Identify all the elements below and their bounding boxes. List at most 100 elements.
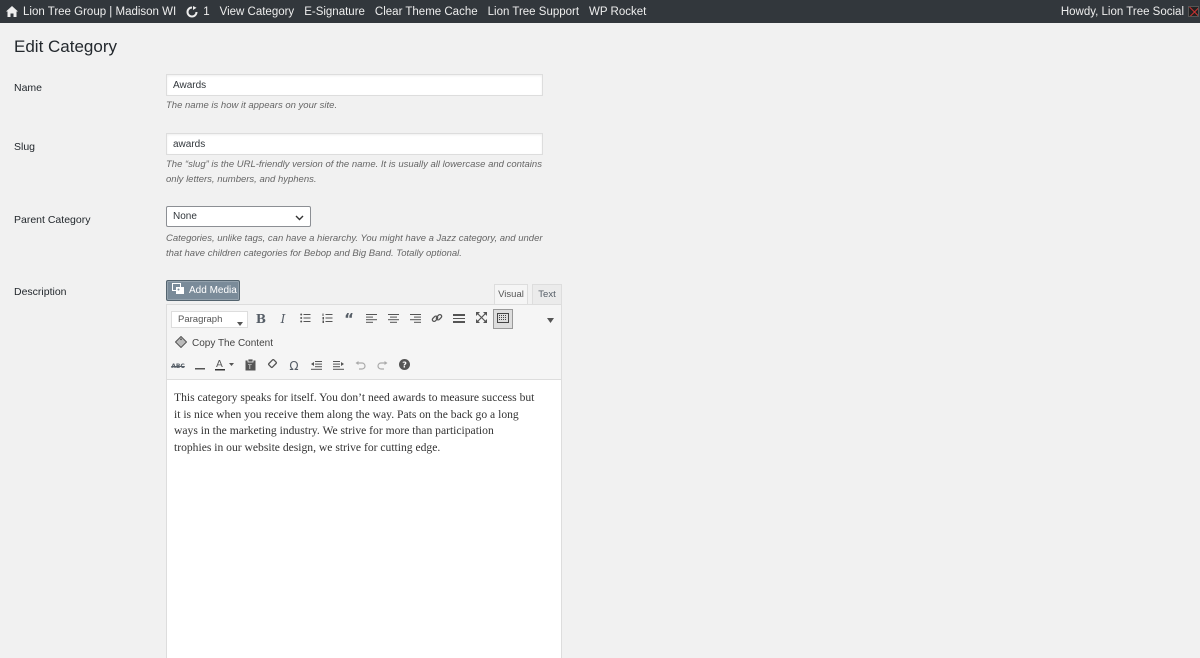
- italic-icon: I: [280, 312, 286, 326]
- chevron-down-icon: [295, 213, 304, 224]
- bulleted-list-icon: [299, 312, 311, 326]
- tab-text[interactable]: Text: [532, 284, 562, 304]
- content-line: This category speaks for itself. You don…: [174, 391, 535, 404]
- content-line: it is nice when you receive them along t…: [174, 407, 519, 421]
- svg-text:T: T: [247, 364, 252, 371]
- name-input[interactable]: [166, 74, 543, 96]
- read-more-button[interactable]: [448, 308, 470, 330]
- numbered-list-button[interactable]: [316, 308, 338, 330]
- site-name-label: Lion Tree Group | Madison WI: [23, 5, 177, 18]
- align-center-button[interactable]: [382, 308, 404, 330]
- menu-wp-rocket[interactable]: WP Rocket: [584, 0, 651, 23]
- menu-lion-tree-support[interactable]: Lion Tree Support: [483, 0, 584, 23]
- text-color-button[interactable]: A: [211, 355, 239, 377]
- parent-description-line: Categories, unlike tags, can have a hier…: [166, 233, 543, 244]
- home-icon: [6, 6, 18, 17]
- undo-icon: [355, 359, 366, 373]
- redo-button[interactable]: [371, 355, 393, 377]
- toolbar-toggle-button[interactable]: [493, 309, 513, 329]
- updates-count: 1: [203, 5, 210, 18]
- description-label: Description: [14, 286, 67, 298]
- outdent-button[interactable]: [305, 355, 327, 377]
- undo-button[interactable]: [349, 355, 371, 377]
- caret-down-icon: [237, 318, 243, 329]
- align-left-button[interactable]: [360, 308, 382, 330]
- special-character-button[interactable]: Ω: [283, 355, 305, 377]
- content-line: ways in the marketing industry. We striv…: [174, 424, 494, 438]
- tab-visual[interactable]: Visual: [494, 284, 528, 304]
- parent-category-value: None: [173, 211, 197, 222]
- parent-category-select[interactable]: None: [166, 206, 311, 227]
- align-right-icon: [409, 312, 421, 326]
- content-line: trophies in our website design, we striv…: [174, 441, 441, 455]
- toolbar-row-1: Paragraph B I “: [167, 308, 561, 330]
- name-label: Name: [14, 82, 43, 94]
- horizontal-line-icon: [195, 359, 205, 373]
- read-more-icon: [453, 312, 465, 326]
- bold-icon: B: [255, 312, 267, 326]
- indent-button[interactable]: [327, 355, 349, 377]
- slug-description: The “slug” is the URL-friendly version o…: [166, 157, 556, 187]
- more-options-button[interactable]: [539, 308, 561, 330]
- parent-category-label: Parent Category: [14, 214, 91, 226]
- help-icon: ?: [398, 359, 410, 373]
- bulleted-list-button[interactable]: [294, 308, 316, 330]
- name-description: The name is how it appears on your site.: [166, 100, 338, 111]
- parent-category-description: Categories, unlike tags, can have a hier…: [166, 231, 556, 261]
- page-title: Edit Category: [14, 37, 117, 56]
- my-account-link[interactable]: Howdy, Lion Tree Social: [1056, 0, 1200, 23]
- insert-link-button[interactable]: [426, 308, 448, 330]
- horizontal-line-button[interactable]: [189, 355, 211, 377]
- indent-icon: [332, 359, 344, 373]
- fullscreen-icon: [475, 312, 487, 326]
- strikethrough-icon: ABC: [171, 362, 185, 370]
- copy-content-button[interactable]: Copy The Content: [174, 335, 273, 351]
- copy-content-label: Copy The Content: [192, 337, 273, 349]
- link-icon: [431, 312, 443, 327]
- bold-button[interactable]: B: [250, 308, 272, 330]
- parent-description-line: that have children categories for Bebop …: [166, 248, 462, 259]
- blockquote-button[interactable]: “: [338, 308, 360, 330]
- help-button[interactable]: ?: [393, 355, 415, 377]
- outdent-icon: [310, 359, 322, 373]
- redo-icon: [376, 359, 388, 373]
- fullscreen-button[interactable]: [470, 308, 492, 330]
- align-center-icon: [387, 312, 399, 326]
- eraser-icon: [267, 359, 278, 373]
- format-select[interactable]: Paragraph: [171, 310, 248, 329]
- menu-clear-theme-cache[interactable]: Clear Theme Cache: [370, 0, 483, 23]
- clear-formatting-button[interactable]: [261, 355, 283, 377]
- text-color-icon: A: [215, 358, 235, 374]
- slug-description-line: only letters, numbers, and hyphens.: [166, 174, 317, 185]
- slug-input[interactable]: [166, 133, 543, 155]
- refresh-icon: [186, 5, 198, 18]
- menu-view-category[interactable]: View Category: [215, 0, 300, 23]
- tag-icon: [174, 335, 192, 351]
- editor-toolbar: Paragraph B I “ Copy The Content ABC A T…: [166, 304, 562, 380]
- align-right-button[interactable]: [404, 308, 426, 330]
- toolbar-row-2: Copy The Content: [174, 332, 273, 354]
- svg-text:A: A: [216, 359, 223, 370]
- site-name-link[interactable]: Lion Tree Group | Madison WI: [1, 0, 181, 23]
- editor-content-area[interactable]: This category speaks for itself. You don…: [166, 380, 562, 658]
- format-select-value: Paragraph: [178, 313, 223, 325]
- omega-icon: Ω: [289, 359, 299, 373]
- slug-description-line: The “slug” is the URL-friendly version o…: [166, 159, 542, 170]
- keyboard-icon: [497, 312, 509, 326]
- blockquote-icon: “: [344, 310, 354, 328]
- align-left-icon: [365, 312, 377, 326]
- admin-bar: Lion Tree Group | Madison WI 1 View Cate…: [0, 0, 1200, 23]
- paste-as-text-button[interactable]: T: [239, 355, 261, 377]
- italic-button[interactable]: I: [272, 308, 294, 330]
- add-media-button[interactable]: Add Media: [166, 280, 240, 301]
- menu-e-signature[interactable]: E-Signature: [299, 0, 370, 23]
- caret-down-icon: [546, 312, 554, 326]
- slug-label: Slug: [14, 141, 36, 153]
- add-media-label: Add Media: [189, 285, 237, 296]
- svg-text:?: ?: [402, 361, 407, 370]
- updates-link[interactable]: 1: [181, 0, 214, 23]
- clipboard-icon: T: [245, 358, 256, 374]
- toolbar-row-3: ABC A T Ω ?: [167, 355, 415, 377]
- strikethrough-button[interactable]: ABC: [167, 355, 189, 377]
- numbered-list-icon: [322, 312, 333, 326]
